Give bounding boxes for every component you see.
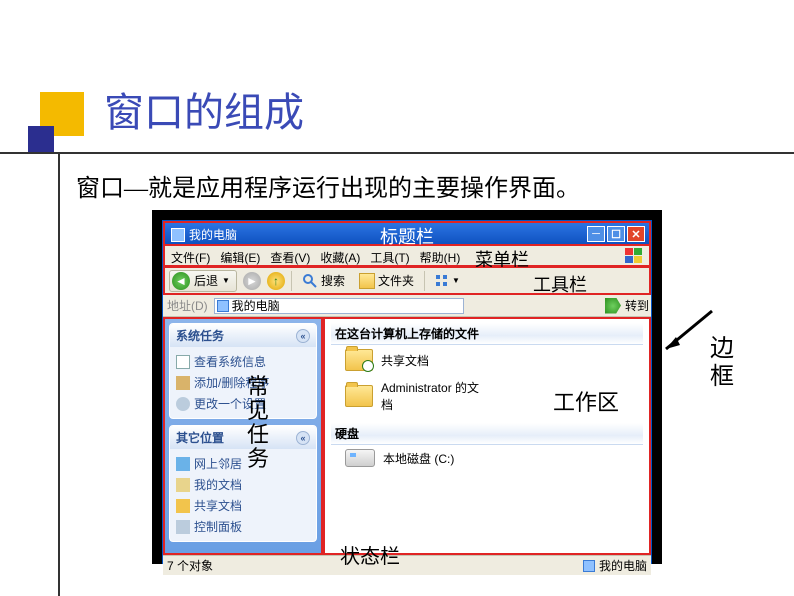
explorer-window: 我的电脑 标题栏 ─ ☐ ✕ 文件(F) 编辑(E) 查看(V) 收藏(A) 工… bbox=[162, 220, 652, 564]
task-pane: 系统任务 « 查看系统信息 添加/删除程序 更改一个设置 其它位置 « bbox=[163, 317, 323, 555]
computer-icon-2 bbox=[583, 560, 595, 572]
window-title-text: 我的电脑 bbox=[189, 226, 237, 243]
address-label: 地址(D) bbox=[165, 297, 210, 314]
shared-folder-icon bbox=[345, 349, 373, 371]
link-shared[interactable]: 共享文档 bbox=[176, 495, 310, 516]
separator2 bbox=[424, 271, 425, 291]
screenshot-frame: 我的电脑 标题栏 ─ ☐ ✕ 文件(F) 编辑(E) 查看(V) 收藏(A) 工… bbox=[152, 210, 662, 564]
item-shared-label: 共享文档 bbox=[381, 352, 429, 369]
menu-view[interactable]: 查看(V) bbox=[270, 249, 310, 266]
up-button[interactable]: ↑ bbox=[267, 272, 285, 290]
address-input[interactable]: 我的电脑 bbox=[214, 298, 464, 314]
folder-icon bbox=[176, 499, 190, 513]
folder-icon-2 bbox=[345, 385, 373, 407]
label-border: 边框 bbox=[710, 335, 734, 391]
chevron-up-icon-2: « bbox=[296, 431, 310, 445]
panel-system-header[interactable]: 系统任务 « bbox=[170, 324, 316, 347]
window-icon bbox=[171, 228, 185, 242]
views-icon bbox=[435, 274, 449, 287]
folders-button[interactable]: 文件夹 bbox=[355, 271, 418, 290]
folders-label: 文件夹 bbox=[378, 272, 414, 289]
forward-button[interactable]: ► bbox=[243, 272, 261, 290]
drive-icon bbox=[345, 449, 375, 467]
back-label: 后退 bbox=[194, 272, 218, 289]
link-changeset[interactable]: 更改一个设置 bbox=[176, 393, 310, 414]
link-control-label: 控制面板 bbox=[194, 518, 242, 535]
windows-flag-icon bbox=[625, 248, 643, 264]
title-bar[interactable]: 我的电脑 标题栏 ─ ☐ ✕ bbox=[163, 221, 651, 245]
item-drive-label: 本地磁盘 (C:) bbox=[383, 450, 454, 467]
gear-icon bbox=[176, 397, 190, 411]
separator bbox=[291, 271, 292, 291]
menu-file[interactable]: 文件(F) bbox=[171, 249, 210, 266]
label-statusbar: 状态栏 bbox=[340, 540, 400, 569]
address-bar: 地址(D) 我的电脑 转到 bbox=[163, 295, 651, 317]
deco-v-rule bbox=[58, 154, 60, 596]
address-value: 我的电脑 bbox=[232, 297, 280, 314]
item-admin-label: Administrator 的文档 bbox=[381, 379, 491, 413]
chevron-up-icon: « bbox=[296, 329, 310, 343]
work-area: 在这台计算机上存储的文件 共享文档 Administrator 的文档 硬盘 本… bbox=[323, 317, 651, 555]
link-mydocs-label: 我的文档 bbox=[194, 476, 242, 493]
link-sysinfo[interactable]: 查看系统信息 bbox=[176, 351, 310, 372]
link-sysinfo-label: 查看系统信息 bbox=[194, 353, 266, 370]
panel-other-title: 其它位置 bbox=[176, 429, 224, 446]
network-icon bbox=[176, 457, 190, 471]
back-button[interactable]: ◄ 后退 ▼ bbox=[169, 270, 237, 292]
search-icon bbox=[302, 273, 318, 289]
section-stored-files: 在这台计算机上存储的文件 bbox=[331, 323, 643, 345]
link-network-label: 网上邻居 bbox=[194, 455, 242, 472]
status-loc: 我的电脑 bbox=[599, 557, 647, 574]
deco-blue-square bbox=[28, 126, 54, 152]
menu-bar: 文件(F) 编辑(E) 查看(V) 收藏(A) 工具(T) 帮助(H) 菜单栏 bbox=[163, 245, 651, 267]
box-icon bbox=[176, 376, 190, 390]
maximize-button[interactable]: ☐ bbox=[607, 226, 625, 242]
control-icon bbox=[176, 520, 190, 534]
status-bar: 7 个对象 我的电脑 bbox=[163, 555, 651, 575]
status-count: 7 个对象 bbox=[167, 557, 213, 574]
label-border-text: 边框 bbox=[710, 335, 734, 391]
panel-system-title: 系统任务 bbox=[176, 327, 224, 344]
tool-bar: ◄ 后退 ▼ ► ↑ 搜索 文件夹 ▼ 工具栏 bbox=[163, 267, 651, 295]
item-drive-c[interactable]: 本地磁盘 (C:) bbox=[331, 445, 643, 471]
menu-help[interactable]: 帮助(H) bbox=[420, 249, 461, 266]
back-arrow-icon: ◄ bbox=[172, 272, 190, 290]
arrow-border bbox=[660, 305, 716, 361]
label-taskpane: 常见任务 bbox=[246, 375, 270, 471]
search-button[interactable]: 搜索 bbox=[298, 271, 349, 290]
link-shared-label: 共享文档 bbox=[194, 497, 242, 514]
menu-tools[interactable]: 工具(T) bbox=[370, 249, 409, 266]
close-button[interactable]: ✕ bbox=[627, 226, 645, 242]
computer-icon bbox=[217, 300, 229, 312]
panel-system-tasks: 系统任务 « 查看系统信息 添加/删除程序 更改一个设置 bbox=[169, 323, 317, 419]
page-icon bbox=[176, 355, 190, 369]
section-drives: 硬盘 bbox=[331, 423, 643, 445]
go-label[interactable]: 转到 bbox=[625, 297, 649, 314]
minimize-button[interactable]: ─ bbox=[587, 226, 605, 242]
panel-other-places: 其它位置 « 网上邻居 我的文档 共享文档 控制面板 bbox=[169, 425, 317, 542]
window-body: 系统任务 « 查看系统信息 添加/删除程序 更改一个设置 其它位置 « bbox=[163, 317, 651, 555]
docs-icon bbox=[176, 478, 190, 492]
label-toolbar: 工具栏 bbox=[533, 271, 587, 297]
label-workarea: 工作区 bbox=[553, 385, 619, 417]
views-button[interactable]: ▼ bbox=[431, 273, 464, 288]
panel-other-header[interactable]: 其它位置 « bbox=[170, 426, 316, 449]
item-shared-docs[interactable]: 共享文档 bbox=[331, 345, 643, 375]
go-icon[interactable] bbox=[605, 298, 621, 314]
slide-subtitle: 窗口—就是应用程序运行出现的主要操作界面。 bbox=[76, 168, 580, 203]
search-label: 搜索 bbox=[321, 272, 345, 289]
menu-fav[interactable]: 收藏(A) bbox=[320, 249, 360, 266]
link-addremove[interactable]: 添加/删除程序 bbox=[176, 372, 310, 393]
link-mydocs[interactable]: 我的文档 bbox=[176, 474, 310, 495]
deco-h-rule bbox=[0, 152, 794, 154]
menu-edit[interactable]: 编辑(E) bbox=[220, 249, 260, 266]
link-control[interactable]: 控制面板 bbox=[176, 516, 310, 537]
folders-icon bbox=[359, 273, 375, 289]
slide-title: 窗口的组成 bbox=[104, 80, 304, 138]
link-network[interactable]: 网上邻居 bbox=[176, 453, 310, 474]
